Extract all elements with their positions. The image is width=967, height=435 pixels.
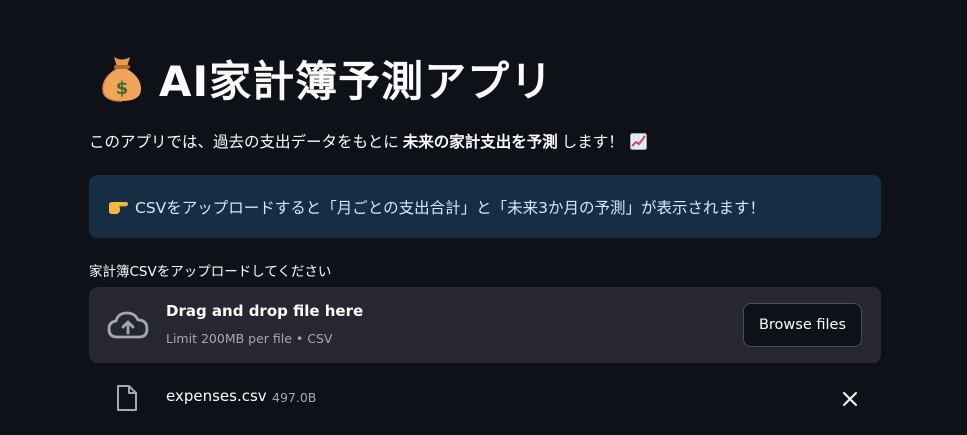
file-name: expenses.csv [166,387,267,405]
money-bag-icon: $ [99,53,145,103]
file-uploader-label: 家計簿CSVをアップロードしてください [89,264,332,280]
cloud-upload-icon [107,310,149,340]
intro-text: このアプリでは、過去の支出データをもとに 未来の家計支出を予測 します！ [89,130,647,152]
page-title-text: AI家計簿予測アプリ [159,56,554,106]
chart-increasing-icon [629,132,647,150]
intro-text-bold: 未来の家計支出を予測 [402,133,558,151]
intro-text-after: します！ [561,133,624,151]
info-alert-text: CSVをアップロードすると「月ごとの支出合計」と「未来3か月の予測」が表示されま… [135,198,765,217]
dropzone-subtitle: Limit 200MB per file • CSV [166,331,333,346]
page-title: $ AI家計簿予測アプリ [99,48,553,108]
info-alert: CSVをアップロードすると「月ごとの支出合計」と「未来3か月の予測」が表示されま… [89,175,881,238]
close-icon[interactable] [839,388,861,410]
svg-text:$: $ [116,78,129,99]
browse-files-button[interactable]: Browse files [743,303,862,347]
file-size: 497.0B [272,390,317,405]
backhand-index-pointing-right-icon [107,198,129,216]
uploaded-file-row: expenses.csv 497.0B [89,378,881,420]
dropzone-title: Drag and drop file here [166,302,364,320]
file-dropzone[interactable]: Drag and drop file here Limit 200MB per … [89,287,881,363]
file-icon [116,384,138,412]
intro-text-before: このアプリでは、過去の支出データをもとに [89,133,399,151]
